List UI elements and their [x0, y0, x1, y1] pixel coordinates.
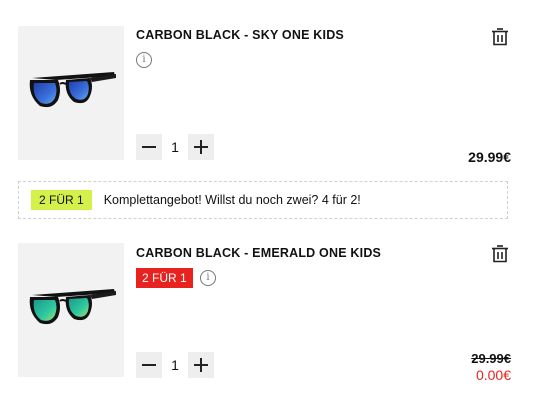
plus-icon-vertical — [200, 140, 202, 154]
product-image[interactable] — [18, 26, 124, 160]
info-icon[interactable]: i — [136, 52, 152, 68]
discounted-price: 0.00€ — [475, 367, 511, 383]
original-price: 29.99€ — [471, 351, 511, 366]
plus-icon-vertical — [200, 358, 202, 372]
increase-quantity-button[interactable] — [188, 134, 214, 160]
increase-quantity-button[interactable] — [188, 352, 214, 378]
cart-item: CARBON BLACK - EMERALD ONE KIDS 2 FÜR 1 … — [0, 230, 539, 400]
trash-icon[interactable] — [491, 244, 509, 264]
product-title[interactable]: CARBON BLACK - EMERALD ONE KIDS — [136, 246, 381, 260]
quantity-stepper: 1 — [136, 134, 214, 160]
sunglasses-image — [29, 72, 116, 108]
product-price: 29.99€ — [468, 149, 511, 165]
info-icon[interactable]: i — [200, 270, 216, 286]
bundle-offer-banner[interactable]: 2 FÜR 1 Komplettangebot! Willst du noch … — [18, 181, 508, 219]
quantity-stepper: 1 — [136, 352, 214, 378]
cart-item: CARBON BLACK - SKY ONE KIDS i 1 29.99€ — [0, 0, 539, 175]
promo-badge: 2 FÜR 1 — [136, 268, 193, 288]
decrease-quantity-button[interactable] — [136, 134, 162, 160]
cart-list: CARBON BLACK - SKY ONE KIDS i 1 29.99€ 2… — [0, 0, 539, 400]
minus-icon — [142, 146, 156, 148]
bundle-badge: 2 FÜR 1 — [31, 190, 92, 210]
sunglasses-image — [29, 289, 116, 325]
trash-icon[interactable] — [491, 27, 509, 47]
product-title[interactable]: CARBON BLACK - SKY ONE KIDS — [136, 28, 344, 42]
quantity-value[interactable]: 1 — [162, 134, 188, 160]
product-image[interactable] — [18, 243, 124, 377]
minus-icon — [142, 364, 156, 366]
bundle-offer-text: Komplettangebot! Willst du noch zwei? 4 … — [103, 193, 361, 207]
decrease-quantity-button[interactable] — [136, 352, 162, 378]
quantity-value[interactable]: 1 — [162, 352, 188, 378]
